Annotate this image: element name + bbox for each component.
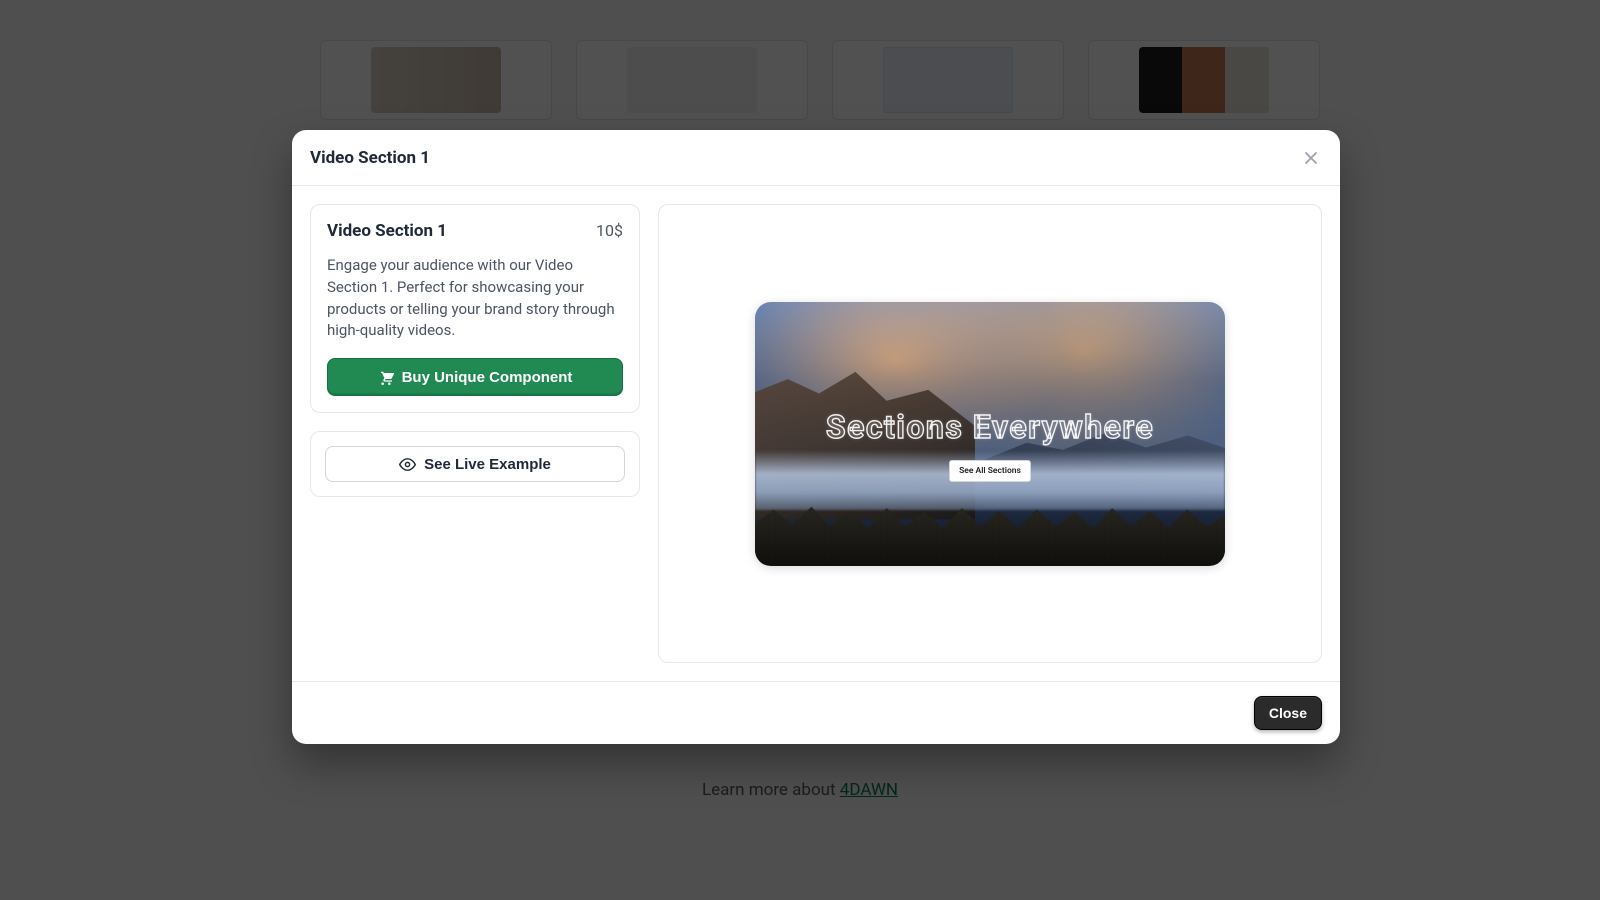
- modal-left-column: Video Section 1 10$ Engage your audience…: [310, 204, 640, 663]
- example-button-label: See Live Example: [424, 456, 551, 473]
- component-info-card: Video Section 1 10$ Engage your audience…: [310, 204, 640, 413]
- preview-panel: Sections Everywhere See All Sections: [658, 204, 1322, 663]
- info-title: Video Section 1: [327, 221, 447, 241]
- info-head: Video Section 1 10$: [327, 221, 623, 241]
- see-live-example-button[interactable]: See Live Example: [325, 446, 625, 482]
- modal-footer: Close: [292, 681, 1340, 744]
- buy-component-button[interactable]: Buy Unique Component: [327, 358, 623, 396]
- buy-button-label: Buy Unique Component: [402, 369, 573, 386]
- modal-body: Video Section 1 10$ Engage your audience…: [292, 186, 1340, 681]
- modal-close-button[interactable]: Close: [1254, 696, 1322, 730]
- info-description: Engage your audience with our Video Sect…: [327, 255, 623, 342]
- eye-icon: [399, 456, 416, 473]
- live-example-card: See Live Example: [310, 431, 640, 497]
- close-icon: [1304, 151, 1318, 165]
- modal-close-x[interactable]: [1300, 147, 1322, 169]
- info-price: 10$: [596, 221, 623, 240]
- component-detail-modal: Video Section 1 Video Section 1 10$ Enga…: [292, 130, 1340, 744]
- modal-header: Video Section 1: [292, 130, 1340, 186]
- cart-icon: [378, 369, 394, 385]
- component-preview-image: Sections Everywhere See All Sections: [755, 302, 1225, 566]
- modal-title: Video Section 1: [310, 148, 430, 168]
